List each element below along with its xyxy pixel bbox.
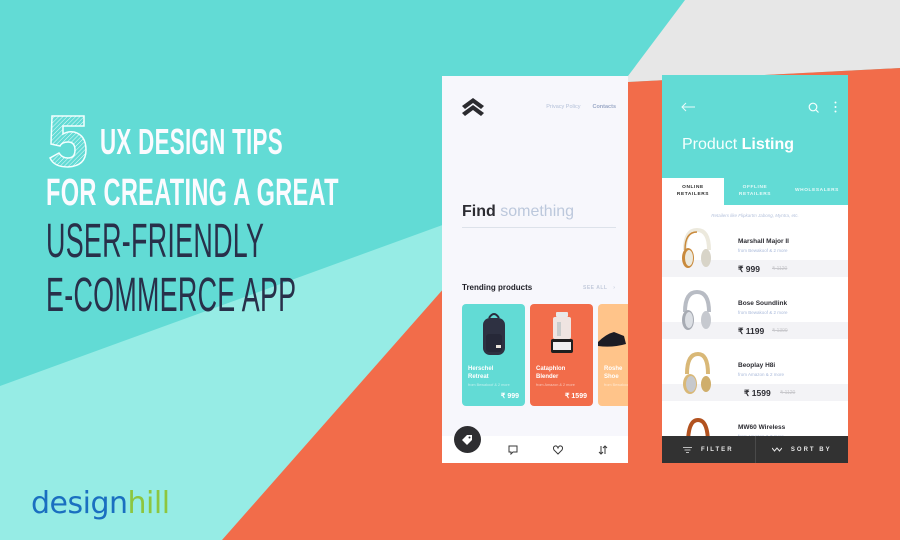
chat-icon[interactable] <box>508 445 518 455</box>
item-source: from Bewakoof & 2 more <box>738 310 788 315</box>
product-name: Roshe Shoe <box>604 366 623 380</box>
product-name: Herschel Retreat <box>468 366 494 380</box>
shoe-image <box>598 332 626 347</box>
sort-label: SORT BY <box>790 446 832 453</box>
heart-icon[interactable] <box>553 445 563 455</box>
list-item[interactable]: Bose Soundlink from Bewakoof & 2 more ₹ … <box>662 286 848 346</box>
product-source: from Bewakoof & 2 more <box>468 383 510 387</box>
see-all-label: SEE ALL <box>583 285 608 291</box>
listing-header <box>662 75 848 178</box>
top-nav: Privacy Policy Contacts <box>546 104 616 110</box>
nav-privacy-policy[interactable]: Privacy Policy <box>546 104 580 110</box>
section-title: Trending products <box>462 283 533 292</box>
headline-line-3: USER-FRIENDLY <box>46 215 265 268</box>
product-source: from Bewakoof <box>604 383 628 387</box>
tab-hint: Retailers like Flipkartm Jabong, Myntra,… <box>711 213 799 218</box>
item-source: from Amazon & 2 more <box>738 372 785 377</box>
filter-button[interactable]: FILTER <box>662 436 755 463</box>
item-name: Beoplay H8i <box>738 362 776 369</box>
item-old-price: ₹ 1120 <box>772 266 788 272</box>
phone-home-screen: Privacy Policy Contacts Find something T… <box>442 76 628 463</box>
product-card[interactable]: Cataphlon Blender from Amazon & 2 more ₹ … <box>530 304 593 406</box>
title-light: Product <box>682 136 738 153</box>
more-vertical-icon[interactable] <box>834 101 837 113</box>
tag-button[interactable] <box>454 426 481 453</box>
product-source: from Amazon & 2 more <box>536 383 575 387</box>
product-price: ₹ 1599 <box>565 393 587 400</box>
search-placeholder: something <box>500 203 575 220</box>
logo-part-1: design <box>31 486 128 521</box>
item-old-price: ₹ 1120 <box>780 390 796 396</box>
sort-wave-icon <box>771 447 782 452</box>
product-name: Cataphlon Blender <box>536 366 566 380</box>
search-icon[interactable] <box>808 102 819 113</box>
item-old-price: ₹ 1399 <box>772 328 788 334</box>
search-underline <box>462 227 616 228</box>
arrow-left-icon[interactable] <box>680 102 696 112</box>
page-title: Product Listing <box>682 136 794 154</box>
product-card[interactable]: Roshe Shoe from Bewakoof <box>598 304 628 406</box>
list-item[interactable]: Marshall Major II from Bewakoof & 2 more… <box>662 224 848 284</box>
headline-line-1: UX DESIGN TIPS <box>100 121 283 162</box>
sort-icon[interactable] <box>598 445 608 455</box>
trending-products: Herschel Retreat from Bewakoof & 2 more ₹… <box>462 304 628 406</box>
headline-line-2: FOR CREATING A GREAT <box>46 172 339 214</box>
search-field[interactable]: Find something <box>462 203 574 221</box>
tab-online-retailers[interactable]: ONLINE RETAILERS <box>662 178 724 205</box>
retailer-tabs: ONLINE RETAILERS OFFLINE RETAILERS WHOLESA… <box>662 178 848 205</box>
sort-button[interactable]: SORT BY <box>756 436 849 463</box>
item-name: Bose Soundlink <box>738 300 788 307</box>
filter-sort-bar: FILTER SORT BY <box>662 436 848 463</box>
item-price: ₹ 999 <box>738 264 760 274</box>
tab-wholesalers[interactable]: WHOLESALERS <box>786 178 848 205</box>
search-label: Find <box>462 203 496 220</box>
item-price: ₹ 1599 <box>744 388 771 398</box>
see-all-link[interactable]: SEE ALL › <box>583 285 615 291</box>
headline-line-4: E-COMMERCE APP <box>46 269 297 322</box>
number-five-sketch <box>49 115 87 168</box>
phone-product-listing: Product Listing ONLINE RETAILERS OFFLINE R… <box>662 75 848 463</box>
logo-part-2: hill <box>127 486 171 521</box>
item-source: from Bewakoof & 2 more <box>738 248 788 253</box>
designhill-logo: designhill <box>31 486 170 521</box>
headphones-image <box>682 290 711 330</box>
double-chevron-up-icon[interactable] <box>462 98 484 116</box>
chevron-right-icon: › <box>613 285 616 291</box>
filter-icon <box>682 446 692 453</box>
tab-offline-retailers[interactable]: OFFLINE RETAILERS <box>724 178 786 205</box>
item-name: Marshall Major II <box>738 238 789 245</box>
headphones-image <box>682 228 711 268</box>
title-bold: Listing <box>741 136 795 153</box>
nav-contacts[interactable]: Contacts <box>592 104 616 110</box>
filter-label: FILTER <box>700 446 734 453</box>
backpack-image <box>482 313 505 355</box>
blender-image <box>550 312 573 353</box>
list-item[interactable]: Beoplay H8i from Amazon & 2 more ₹ 1599 … <box>662 348 848 408</box>
tag-icon <box>462 435 472 445</box>
product-price: ₹ 999 <box>500 393 519 400</box>
headphones-image <box>683 352 711 394</box>
product-card[interactable]: Herschel Retreat from Bewakoof & 2 more ₹… <box>462 304 525 406</box>
item-name: MW60 Wireless <box>738 424 786 431</box>
item-price: ₹ 1199 <box>738 326 765 336</box>
